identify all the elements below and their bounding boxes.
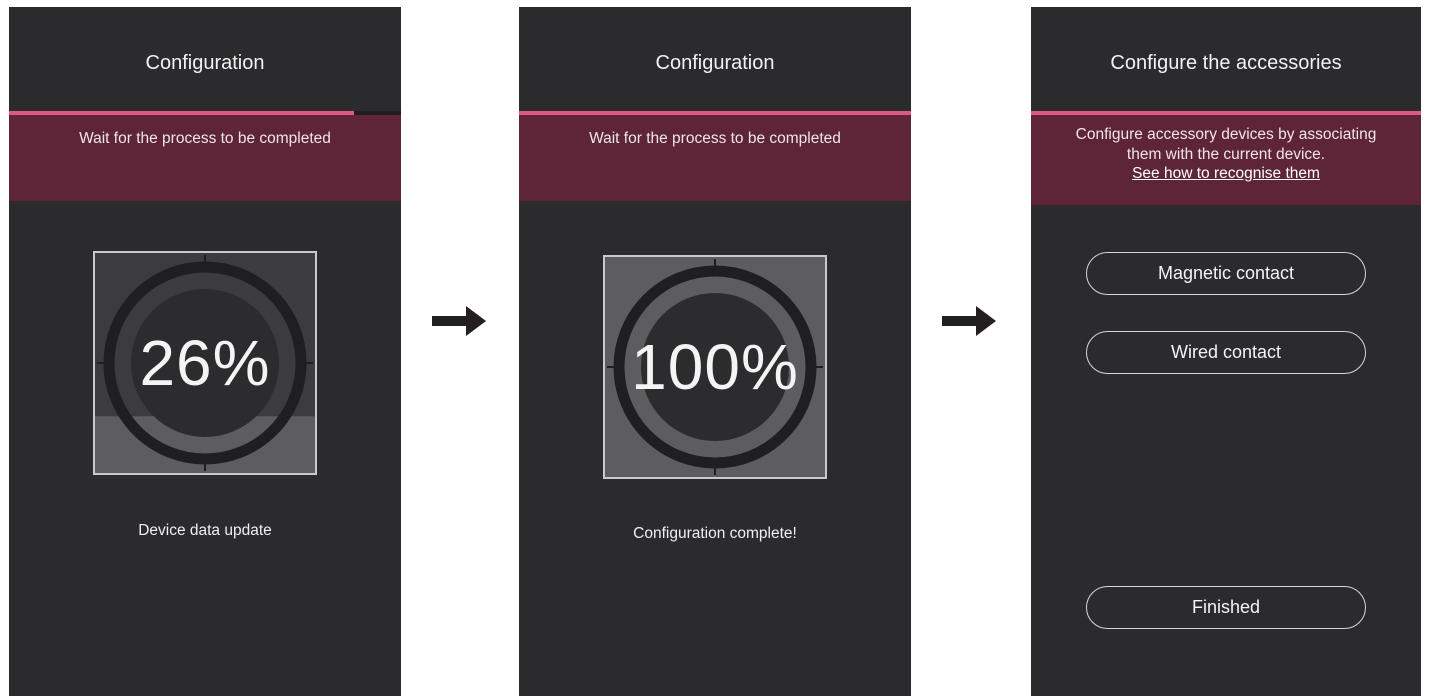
banner-line: Configure accessory devices by associati…	[1075, 126, 1377, 143]
banner-line: them with the current device.	[1126, 145, 1326, 163]
info-banner: Wait for the process to be completed	[9, 115, 401, 201]
progress-gauge: 26%	[93, 251, 317, 475]
magnetic-contact-button[interactable]: Magnetic contact	[1086, 252, 1366, 295]
recognise-devices-link[interactable]: See how to recognise them	[1132, 164, 1320, 184]
status-text: Configuration complete!	[633, 525, 797, 542]
banner-text: Configure accessory devices by associati…	[1031, 115, 1421, 184]
status-text: Device data update	[138, 522, 272, 539]
banner-text: Wait for the process to be completed	[589, 130, 841, 147]
gauge-percent: 26%	[139, 327, 271, 399]
screen-configuration-complete: Configuration Wait for the process to be…	[519, 7, 911, 696]
banner-text: Wait for the process to be completed	[79, 130, 331, 147]
info-banner: Configure accessory devices by associati…	[1031, 115, 1421, 205]
page-title: Configure the accessories	[1110, 52, 1342, 74]
arrow-right-icon	[942, 306, 996, 336]
arrow-right-icon	[432, 306, 486, 336]
screen-configure-accessories: Configure the accessories Configure acce…	[1031, 7, 1421, 696]
gauge-percent: 100%	[631, 331, 799, 403]
wired-contact-button[interactable]: Wired contact	[1086, 331, 1366, 374]
finished-button[interactable]: Finished	[1086, 586, 1366, 629]
page-title: Configuration	[655, 52, 775, 74]
info-banner: Wait for the process to be completed	[519, 115, 911, 201]
screen-configuration-progress: Configuration Wait for the process to be…	[9, 7, 401, 696]
progress-gauge: 100%	[603, 255, 827, 479]
page-title: Configuration	[145, 52, 265, 74]
